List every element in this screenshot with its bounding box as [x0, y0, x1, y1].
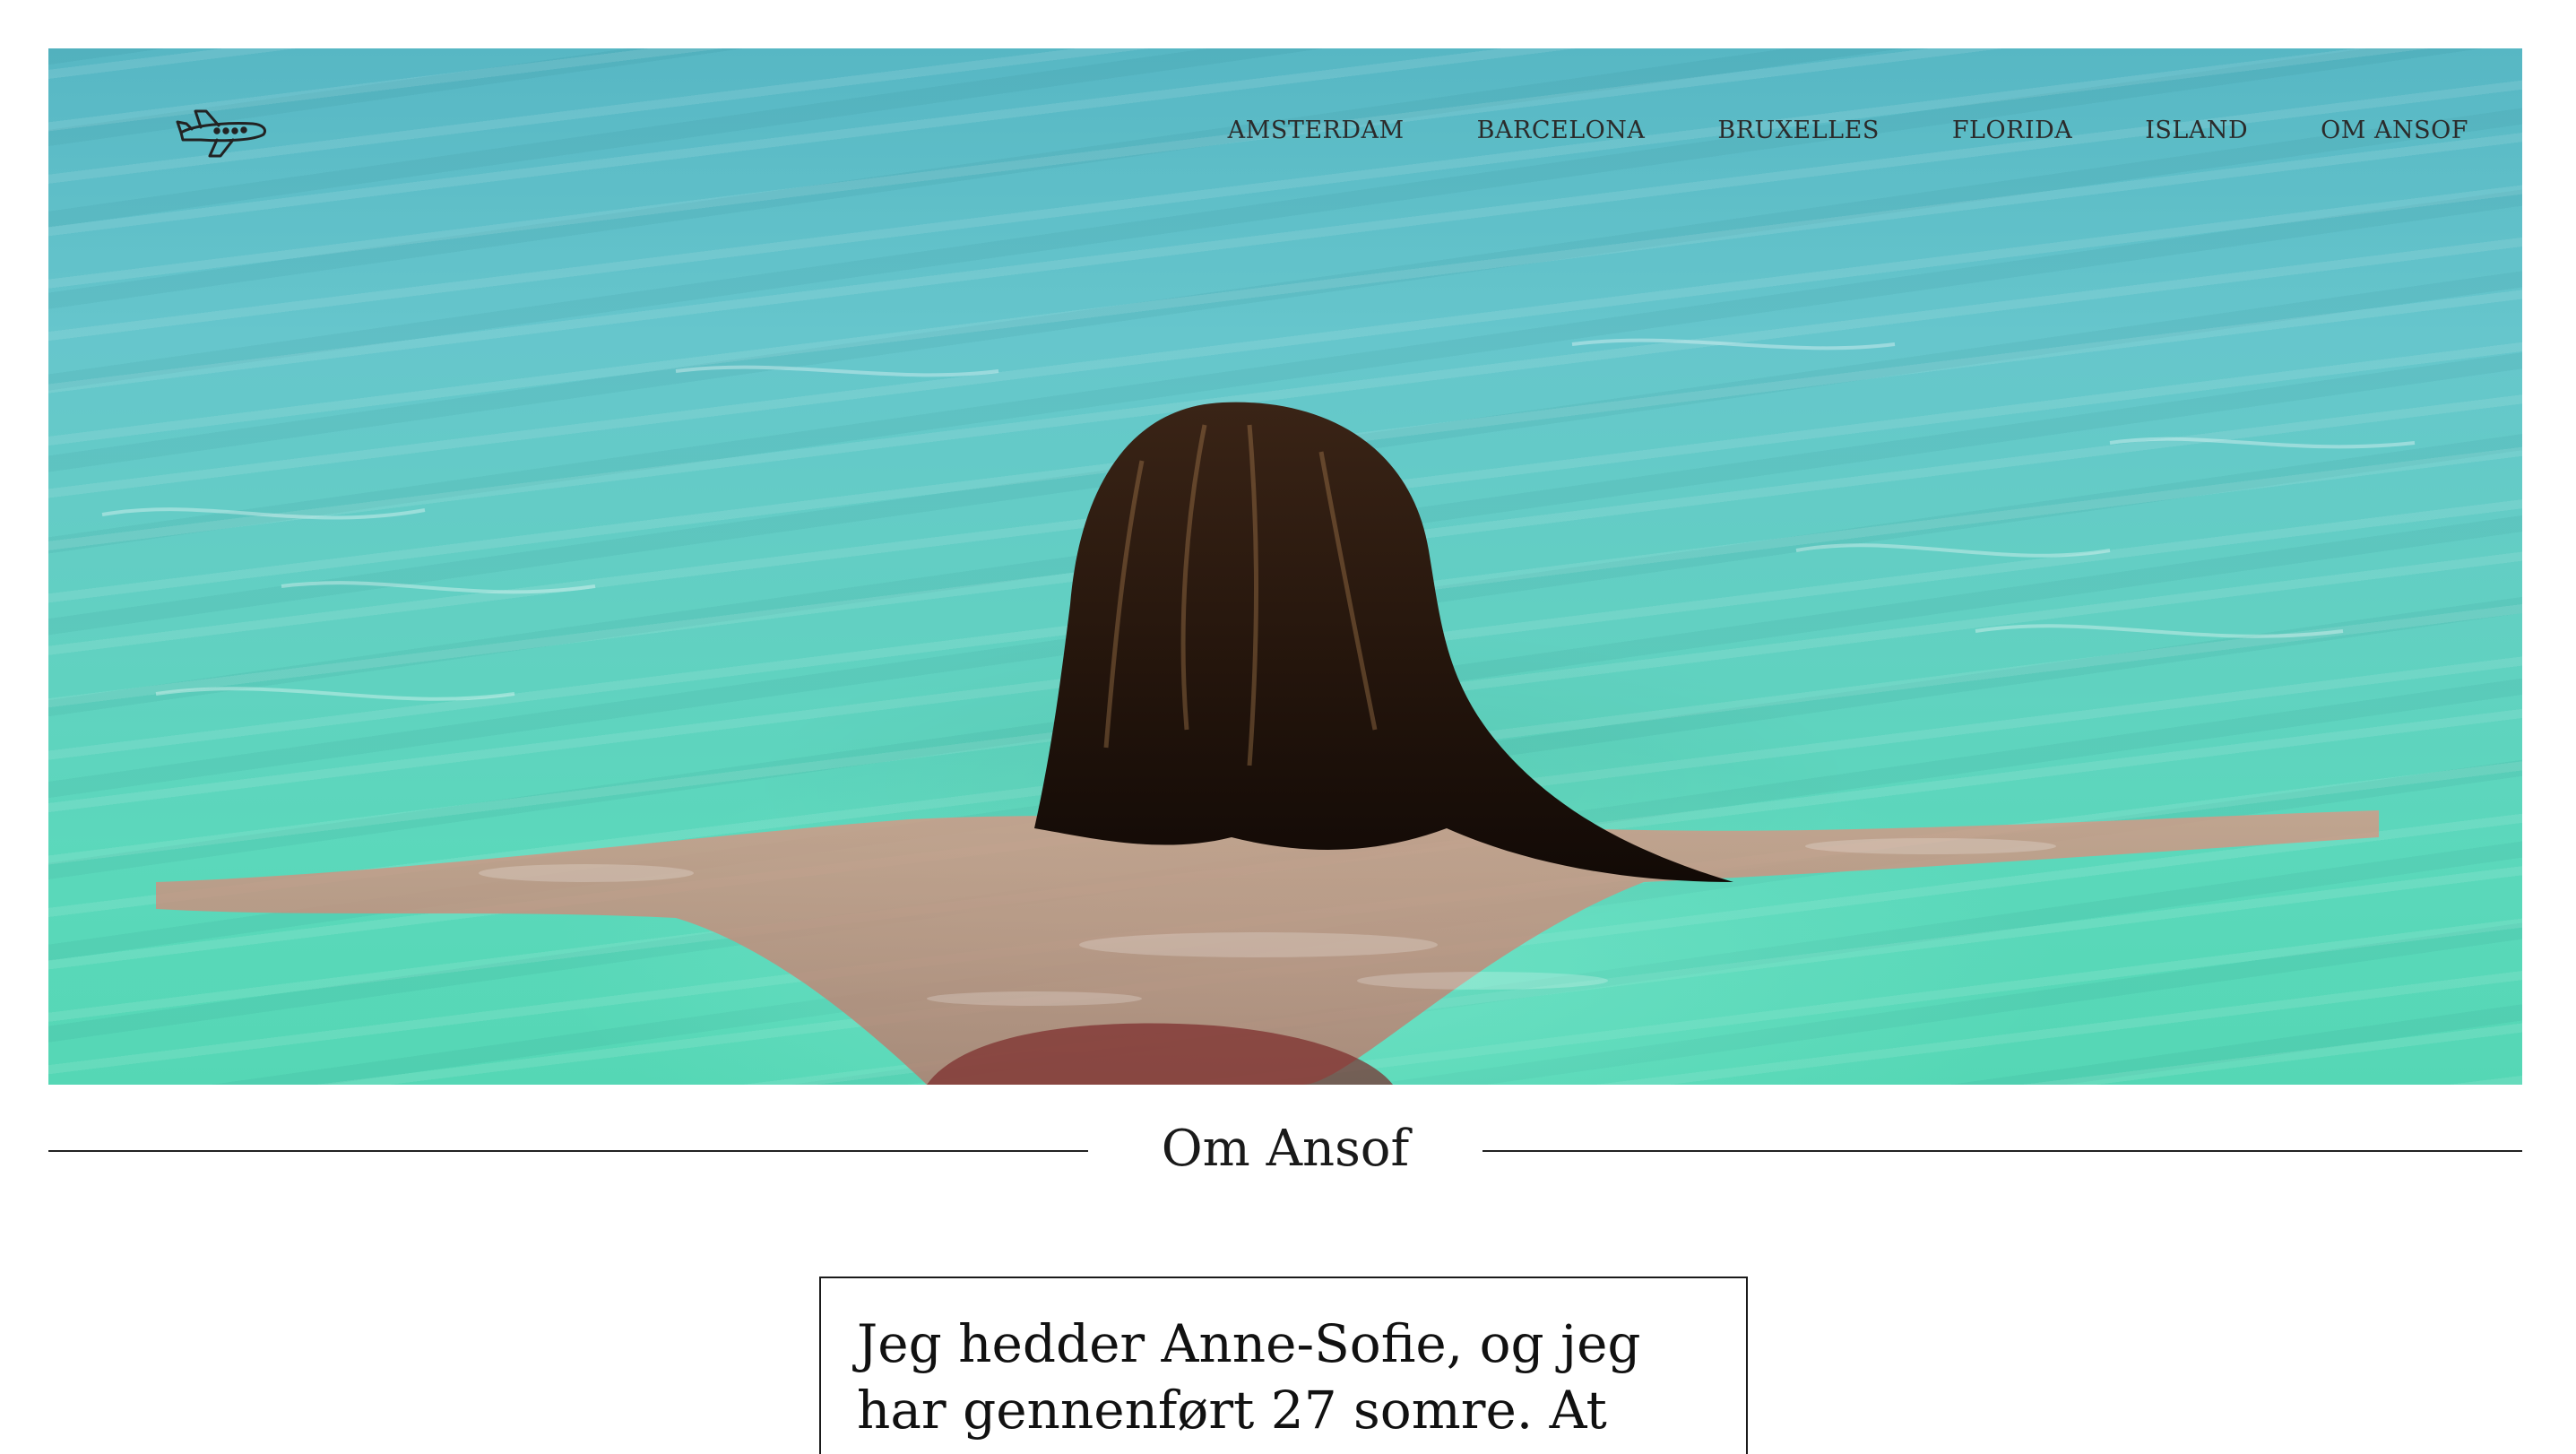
nav-item-barcelona[interactable]: BARCELONA — [1477, 117, 1646, 144]
nav-item-bruxelles[interactable]: BRUXELLES — [1717, 117, 1879, 144]
nav-item-florida[interactable]: FLORIDA — [1952, 117, 2072, 144]
hero-image: AMSTERDAM BARCELONA BRUXELLES FLORIDA IS… — [48, 48, 2522, 1085]
main-nav: AMSTERDAM BARCELONA BRUXELLES FLORIDA IS… — [1228, 117, 2468, 144]
page: AMSTERDAM BARCELONA BRUXELLES FLORIDA IS… — [0, 0, 2576, 1454]
intro-text: Jeg hedder Anne-Sofie, og jeg har gennen… — [857, 1313, 1641, 1454]
divider-right — [1482, 1150, 2522, 1152]
section-heading-row: Om Ansof — [48, 1116, 2522, 1188]
section-title: Om Ansof — [1161, 1120, 1410, 1178]
nav-item-om-ansof[interactable]: OM ANSOF — [2321, 117, 2468, 144]
airplane-icon[interactable] — [174, 100, 272, 163]
divider-left — [48, 1150, 1088, 1152]
nav-item-amsterdam[interactable]: AMSTERDAM — [1228, 117, 1405, 144]
intro-box: Jeg hedder Anne-Sofie, og jeg har gennen… — [819, 1277, 1748, 1454]
hero-scene — [101, 338, 2416, 1085]
nav-item-island[interactable]: ISLAND — [2145, 117, 2248, 144]
